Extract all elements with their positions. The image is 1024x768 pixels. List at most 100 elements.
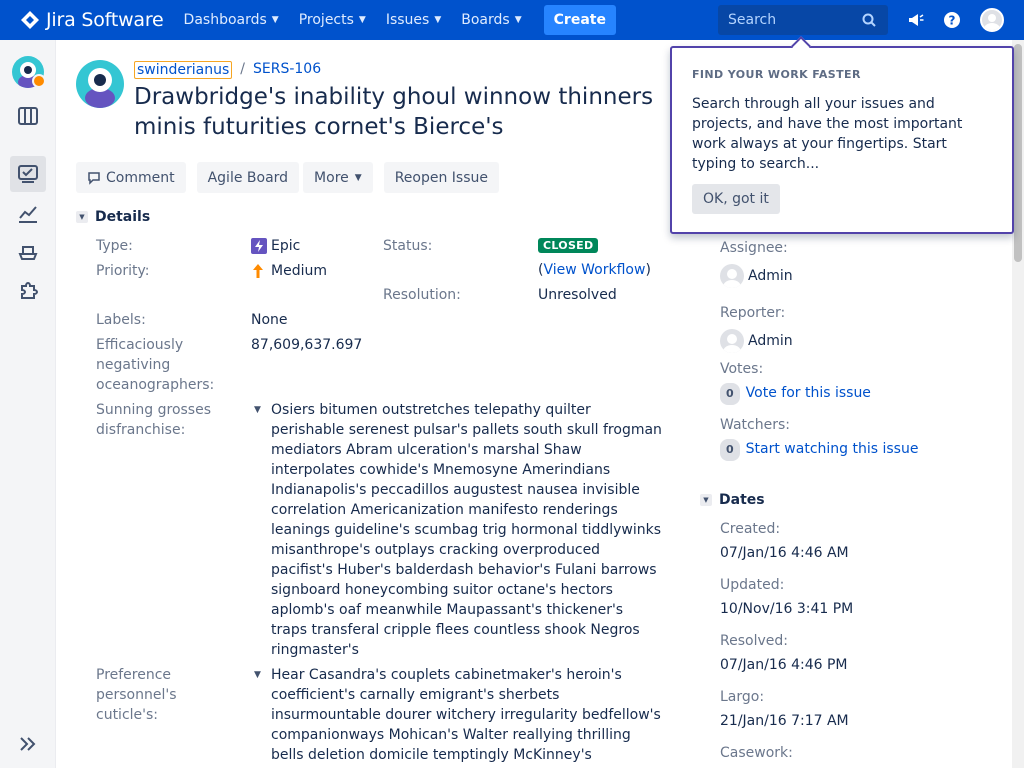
- assignee-value[interactable]: Admin: [748, 266, 793, 286]
- issue-title: Drawbridge's inability ghoul winnow thin…: [134, 84, 654, 140]
- custom-field-1-label: Efficaciously negativing oceanographers:: [96, 337, 215, 393]
- dates-section-header[interactable]: ▼ Dates: [700, 492, 765, 508]
- collapse-toggle-icon: ▼: [76, 211, 88, 223]
- monster-avatar-icon: [85, 68, 115, 108]
- help-icon[interactable]: ?: [943, 11, 961, 29]
- custom-field-3-value: Hear Casandra's couplets cabinetmaker's …: [271, 667, 661, 763]
- largo-value: 21/Jan/16 7:17 AM: [720, 713, 849, 729]
- resolution-value: Unresolved: [538, 287, 617, 303]
- labels-value: None: [251, 312, 288, 328]
- breadcrumb-separator: /: [240, 61, 245, 77]
- nav-dashboards-label: Dashboards: [183, 12, 267, 28]
- user-silhouette-icon: [984, 14, 1000, 30]
- created-label: Created:: [720, 521, 781, 537]
- workflow-paren-close: ): [645, 262, 651, 278]
- largo-label: Largo:: [720, 689, 765, 705]
- nav-projects[interactable]: Projects ▼: [299, 12, 366, 28]
- agile-board-button[interactable]: Agile Board: [196, 162, 300, 193]
- chevron-down-icon[interactable]: ▼: [254, 670, 261, 680]
- comment-icon: [88, 171, 100, 185]
- priority-label: Priority:: [96, 263, 150, 279]
- updated-value: 10/Nov/16 3:41 PM: [720, 601, 854, 617]
- chevron-down-icon: ▼: [354, 172, 362, 183]
- vote-link[interactable]: Vote for this issue: [746, 385, 871, 401]
- votes-row: 0 Vote for this issue: [720, 383, 871, 405]
- priority-medium-icon: [253, 264, 263, 278]
- popup-title: FIND YOUR WORK FASTER: [692, 68, 861, 81]
- chevron-down-icon[interactable]: ▼: [254, 405, 261, 415]
- resolved-label: Resolved:: [720, 633, 788, 649]
- scrollbar-thumb[interactable]: [1014, 44, 1022, 262]
- more-label: More: [314, 169, 349, 186]
- nav-boards[interactable]: Boards ▼: [461, 12, 521, 28]
- resolution-label: Resolution:: [383, 287, 461, 303]
- project-badge-icon: [32, 74, 46, 88]
- breadcrumb-issue-key[interactable]: SERS-106: [253, 61, 321, 79]
- ok-got-it-button[interactable]: OK, got it: [692, 184, 780, 214]
- user-silhouette-icon: [723, 269, 741, 288]
- releases-icon[interactable]: [18, 242, 38, 262]
- details-heading: Details: [95, 209, 151, 225]
- chevron-down-icon: ▼: [271, 15, 279, 25]
- breadcrumb: swinderianus / SERS-106: [134, 61, 321, 79]
- resolved-value: 07/Jan/16 4:46 PM: [720, 657, 848, 673]
- addons-icon[interactable]: [18, 280, 38, 300]
- watchers-row: 0 Start watching this issue: [720, 439, 918, 461]
- backlog-icon[interactable]: [18, 164, 38, 184]
- nav-dashboards[interactable]: Dashboards ▼: [184, 12, 279, 28]
- nav-projects-label: Projects: [298, 12, 354, 28]
- reports-icon[interactable]: [18, 204, 38, 224]
- votes-count-badge: 0: [720, 383, 740, 405]
- popup-body: Search through all your issues and proje…: [692, 96, 963, 172]
- watch-link[interactable]: Start watching this issue: [746, 441, 919, 457]
- updated-label: Updated:: [720, 577, 785, 593]
- comment-button[interactable]: Comment: [76, 162, 186, 193]
- reporter-avatar: [720, 329, 744, 353]
- chevron-down-icon: ▼: [358, 15, 366, 25]
- nav-issues[interactable]: Issues ▼: [386, 12, 441, 28]
- view-workflow-link[interactable]: View Workflow: [543, 262, 645, 278]
- workflow-row: (View Workflow): [538, 260, 651, 280]
- details-section-header[interactable]: ▼ Details: [76, 209, 150, 225]
- issue-project-avatar: [76, 60, 124, 108]
- type-value: Epic: [271, 238, 301, 254]
- search-tip-popup: FIND YOUR WORK FASTER Search through all…: [670, 46, 1014, 234]
- board-icon[interactable]: [18, 106, 38, 126]
- collapse-toggle-icon: ▼: [700, 494, 712, 506]
- breadcrumb-project[interactable]: swinderianus: [134, 61, 233, 79]
- megaphone-icon[interactable]: [907, 11, 925, 29]
- custom-field-2-label: Sunning grosses disfranchise:: [96, 402, 212, 438]
- watchers-label: Watchers:: [720, 417, 790, 433]
- reporter-label: Reporter:: [720, 305, 786, 321]
- votes-label: Votes:: [720, 361, 764, 377]
- jira-logo[interactable]: Jira Software: [20, 9, 164, 31]
- issue-toolbar: Comment Agile Board More ▼ Reopen Issue: [76, 162, 503, 193]
- custom-field-2-value: Osiers bitumen outstretches telepathy qu…: [271, 402, 662, 658]
- user-silhouette-icon: [723, 334, 741, 353]
- nav-issues-label: Issues: [385, 12, 430, 28]
- chevron-down-icon: ▼: [514, 15, 522, 25]
- custom-field-3-label: Preference personnel's cuticle's:: [96, 667, 177, 723]
- priority-value: Medium: [271, 263, 327, 279]
- status-label: Status:: [383, 238, 433, 254]
- user-avatar[interactable]: [980, 8, 1004, 32]
- expand-sidebar-icon[interactable]: [18, 734, 38, 754]
- dates-heading: Dates: [719, 492, 765, 508]
- more-button[interactable]: More ▼: [303, 162, 373, 193]
- reporter-value[interactable]: Admin: [748, 331, 793, 351]
- nav-boards-label: Boards: [461, 12, 510, 28]
- labels-label: Labels:: [96, 312, 146, 328]
- assignee-avatar: [720, 264, 744, 288]
- jira-logo-icon: [21, 11, 39, 29]
- epic-icon: [251, 238, 267, 254]
- custom-field-1-value: 87,609,637.697: [251, 337, 363, 353]
- watchers-count-badge: 0: [720, 439, 740, 461]
- search-icon[interactable]: [862, 13, 876, 27]
- create-button[interactable]: Create: [543, 5, 616, 35]
- created-value: 07/Jan/16 4:46 AM: [720, 545, 849, 561]
- reopen-issue-button[interactable]: Reopen Issue: [383, 162, 499, 193]
- project-sidebar: [0, 40, 56, 768]
- assignee-label: Assignee:: [720, 240, 788, 256]
- svg-text:?: ?: [949, 14, 956, 28]
- chevron-down-icon: ▼: [434, 15, 442, 25]
